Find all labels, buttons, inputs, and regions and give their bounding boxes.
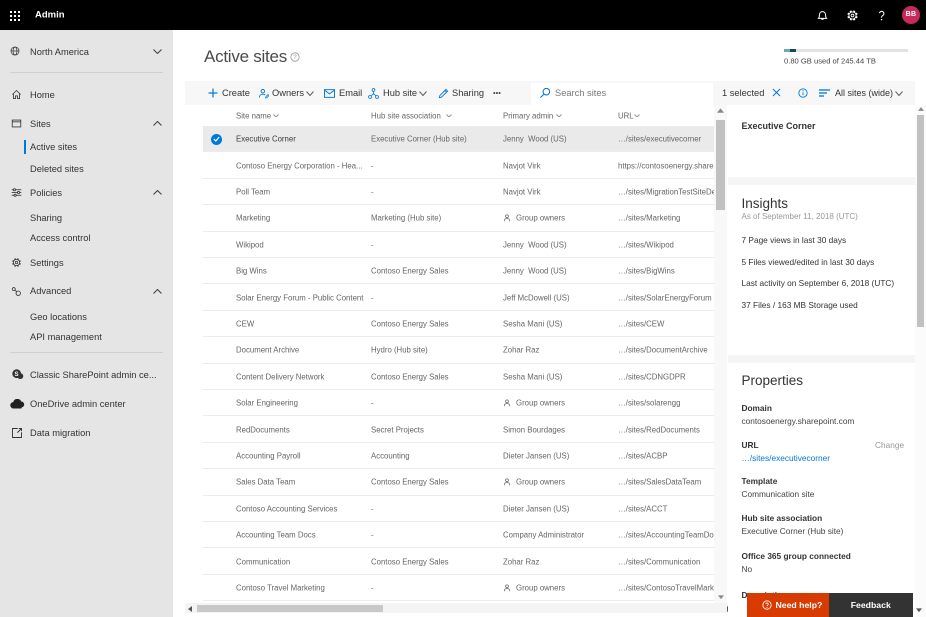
- svg-text:S: S: [14, 371, 18, 378]
- svg-text:?: ?: [293, 54, 297, 61]
